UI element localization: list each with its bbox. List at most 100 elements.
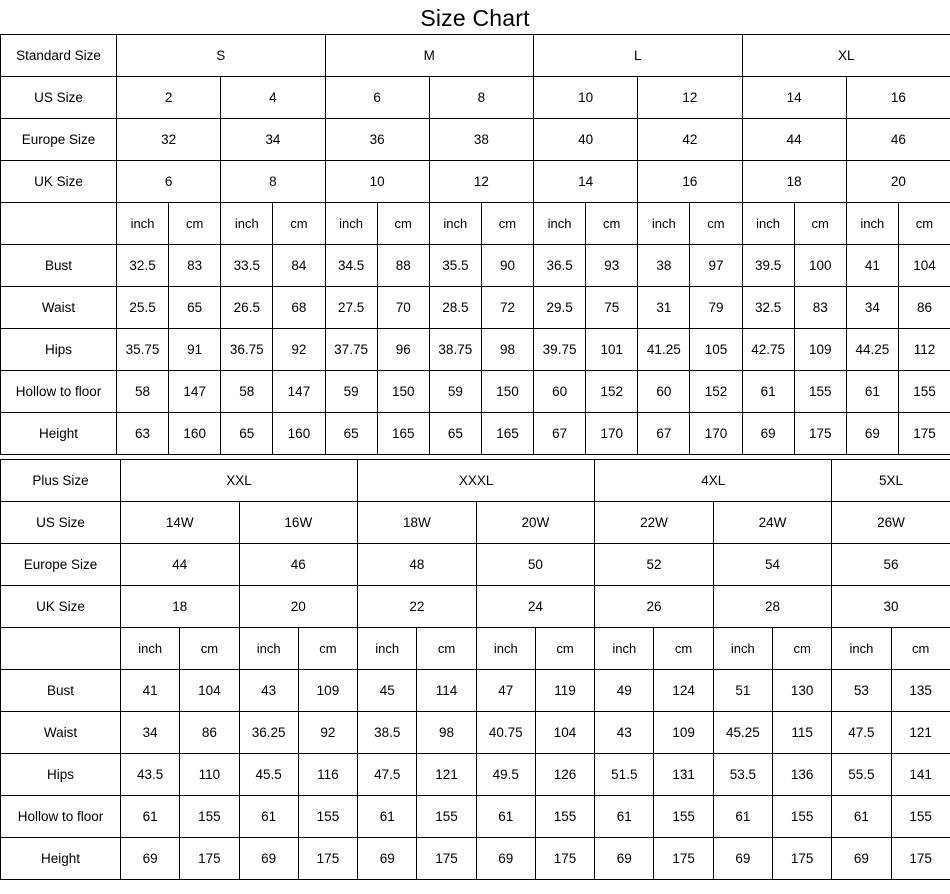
- measurement-value-cm: 155: [416, 795, 477, 838]
- unit-header-inch: inch: [845, 202, 899, 245]
- measurement-value-inch: 53: [831, 669, 892, 712]
- measurement-value-cm: 109: [297, 669, 359, 712]
- measurement-label: Waist: [0, 286, 117, 329]
- standard-europe-size-label: Europe Size: [0, 118, 117, 161]
- measurement-value-inch: 34: [119, 711, 181, 754]
- unit-header-cm: cm: [585, 202, 639, 245]
- measurement-value-cm: 88: [376, 244, 430, 287]
- measurement-value-inch: 69: [238, 837, 299, 880]
- measurement-value-inch: 38: [637, 244, 691, 287]
- unit-header-inch: inch: [324, 202, 378, 245]
- us-size-value: 26W: [831, 501, 950, 544]
- measurement-value-cm: 136: [771, 753, 833, 796]
- europe-size-value: 46: [845, 118, 950, 161]
- us-size-value: 14W: [120, 501, 240, 544]
- measurement-row: Hollow to floor 58 147 58 147 59 150 59 150 60 152…: [0, 370, 950, 413]
- us-size-value: 16W: [238, 501, 359, 544]
- measurement-value-inch: 55.5: [831, 753, 892, 796]
- unit-header-cm: cm: [416, 627, 477, 670]
- measurement-value-inch: 69: [845, 412, 899, 455]
- measurement-value-inch: 61: [831, 795, 892, 838]
- measurement-value-inch: 39.75: [533, 328, 587, 371]
- measurement-value-cm: 131: [653, 753, 714, 796]
- size-group-L: L: [533, 34, 743, 77]
- measurement-value-cm: 155: [771, 795, 833, 838]
- measurement-value-cm: 175: [653, 837, 714, 880]
- standard-us-size-row: US Size 2 4 6 8 10 12 14 16: [0, 76, 950, 119]
- unit-header-cm: cm: [179, 627, 240, 670]
- measurement-value-inch: 59: [324, 370, 378, 413]
- measurement-value-cm: 68: [272, 286, 326, 329]
- uk-size-value: 26: [594, 585, 714, 628]
- measurement-value-inch: 36.25: [238, 711, 299, 754]
- measurement-value-inch: 38.75: [428, 328, 482, 371]
- europe-size-value: 44: [120, 543, 240, 586]
- europe-size-value: 42: [637, 118, 743, 161]
- measurement-value-cm: 70: [376, 286, 430, 329]
- unit-header-inch: inch: [475, 627, 536, 670]
- measurement-value-inch: 51.5: [594, 753, 655, 796]
- measurement-value-inch: 45.25: [712, 711, 773, 754]
- measurement-value-cm: 98: [480, 328, 535, 371]
- measurement-value-cm: 175: [534, 837, 596, 880]
- measurement-value-cm: 116: [297, 753, 359, 796]
- measurement-value-inch: 35.5: [428, 244, 482, 287]
- uk-size-value: 18: [120, 585, 240, 628]
- measurement-value-inch: 60: [533, 370, 587, 413]
- europe-size-value: 54: [712, 543, 833, 586]
- measurement-value-cm: 175: [771, 837, 833, 880]
- unit-header-cm: cm: [534, 627, 596, 670]
- measurement-value-cm: 75: [585, 286, 639, 329]
- unit-header-cm: cm: [793, 202, 847, 245]
- measurement-value-inch: 49: [594, 669, 655, 712]
- measurement-value-inch: 61: [475, 795, 536, 838]
- measurement-value-inch: 41: [119, 669, 181, 712]
- measurement-value-cm: 86: [897, 286, 950, 329]
- measurement-value-cm: 98: [416, 711, 477, 754]
- measurement-value-inch: 60: [637, 370, 691, 413]
- measurement-value-inch: 27.5: [324, 286, 378, 329]
- measurement-value-cm: 130: [771, 669, 833, 712]
- us-size-value: 6: [324, 76, 430, 119]
- uk-size-value: 16: [637, 160, 743, 203]
- plus-group-label: Plus Size: [0, 459, 121, 502]
- measurement-value-cm: 100: [793, 244, 847, 287]
- measurement-value-inch: 37.75: [324, 328, 378, 371]
- europe-size-value: 46: [238, 543, 359, 586]
- measurement-value-cm: 90: [480, 244, 535, 287]
- uk-size-value: 6: [115, 160, 222, 203]
- unit-header-inch: inch: [357, 627, 418, 670]
- uk-size-value: 30: [831, 585, 950, 628]
- measurement-value-inch: 43: [594, 711, 655, 754]
- standard-group-label: Standard Size: [0, 34, 117, 77]
- measurement-value-inch: 69: [831, 837, 892, 880]
- uk-size-value: 14: [533, 160, 639, 203]
- measurement-value-inch: 43.5: [119, 753, 181, 796]
- measurement-value-inch: 44.25: [845, 328, 899, 371]
- measurement-value-cm: 65: [168, 286, 222, 329]
- standard-size-table: Standard Size S M L XL US Size 2 4 6 8 10 12 14 16 Eur…: [0, 34, 950, 455]
- uk-size-value: 10: [324, 160, 430, 203]
- unit-header-cm: cm: [168, 202, 222, 245]
- measurement-row: Bust 32.5 83 33.5 84 34.5 88 35.5 90 36.5 93 38 97 39…: [0, 244, 950, 287]
- measurement-value-cm: 160: [168, 412, 222, 455]
- unit-header-cm: cm: [272, 202, 326, 245]
- unit-header-cm: cm: [771, 627, 833, 670]
- unit-header-inch: inch: [533, 202, 587, 245]
- measurement-value-cm: 155: [534, 795, 596, 838]
- measurement-row: Hips 43.5 110 45.5 116 47.5 121 49.5 126 51.5 131 5…: [0, 753, 950, 796]
- measurement-value-inch: 69: [594, 837, 655, 880]
- standard-unit-row-blank-label: [0, 202, 117, 245]
- plus-uk-size-row: UK Size 18 20 22 24 26 28 30: [0, 585, 950, 628]
- measurement-value-inch: 61: [119, 795, 181, 838]
- size-group-S: S: [116, 34, 326, 77]
- measurement-value-cm: 92: [272, 328, 326, 371]
- measurement-value-inch: 63: [115, 412, 170, 455]
- europe-size-value: 56: [831, 543, 950, 586]
- measurement-label: Hollow to floor: [0, 370, 117, 413]
- measurement-value-inch: 49.5: [475, 753, 536, 796]
- measurement-value-cm: 175: [416, 837, 477, 880]
- measurement-value-cm: 92: [297, 711, 359, 754]
- measurement-label: Height: [0, 837, 121, 880]
- measurement-value-cm: 84: [272, 244, 326, 287]
